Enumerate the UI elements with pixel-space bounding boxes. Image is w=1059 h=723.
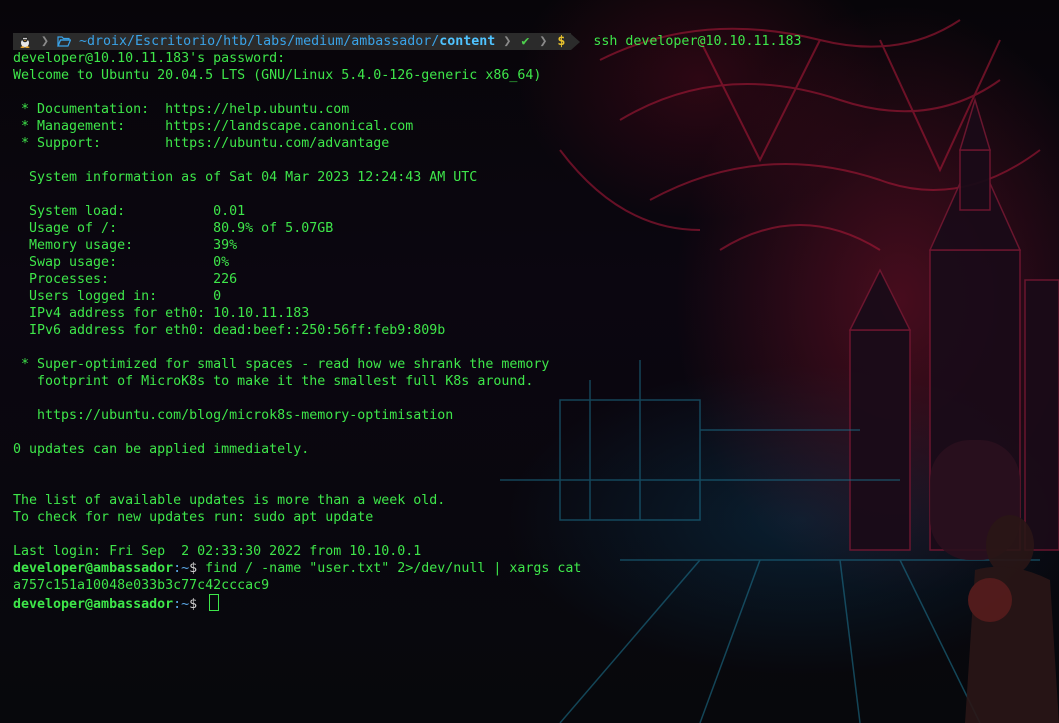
dollar-symbol: $ bbox=[551, 33, 572, 50]
output-line: System load: 0.01 bbox=[13, 204, 246, 219]
output-line: Last login: Fri Sep 2 02:33:30 2022 from… bbox=[13, 544, 422, 559]
output-line: IPv6 address for eth0: dead:beef::250:56… bbox=[13, 323, 446, 338]
output-line: Usage of /: 80.9% of 5.07GB bbox=[13, 221, 334, 236]
command-result: a757c151a10048e033b3c77c42cccac9 bbox=[13, 578, 270, 593]
linux-tux-icon bbox=[13, 33, 37, 50]
output-line: To check for new updates run: sudo apt u… bbox=[13, 510, 374, 525]
output-line: https://ubuntu.com/blog/microk8s-memory-… bbox=[13, 408, 454, 423]
output-line: * Management: https://landscape.canonica… bbox=[13, 119, 414, 134]
output-line: * Documentation: https://help.ubuntu.com bbox=[13, 102, 350, 117]
output-line: * Support: https://ubuntu.com/advantage bbox=[13, 136, 390, 151]
chevron-right-icon: ❯ bbox=[37, 33, 54, 50]
current-directory-name: content bbox=[439, 34, 496, 49]
shell-user-host: developer@ambassador bbox=[13, 561, 174, 576]
output-line: * Super-optimized for small spaces - rea… bbox=[13, 357, 550, 372]
status-check-icon: ✔ bbox=[515, 33, 536, 50]
output-line: 0 updates can be applied immediately. bbox=[13, 442, 310, 457]
output-line: Welcome to Ubuntu 20.04.5 LTS (GNU/Linux… bbox=[13, 68, 542, 83]
chevron-right-icon: ❯ bbox=[535, 33, 552, 50]
active-prompt-line[interactable]: developer@ambassador:~$ bbox=[13, 594, 1059, 612]
output-line: System information as of Sat 04 Mar 2023… bbox=[13, 170, 478, 185]
output-line: Processes: 226 bbox=[13, 272, 238, 287]
output-line: IPv4 address for eth0: 10.10.11.183 bbox=[13, 306, 310, 321]
powerline-prompt: ❯ ~droix/Escritorio/htb/labs/medium/amba… bbox=[13, 33, 1059, 50]
output-line: Swap usage: 0% bbox=[13, 255, 230, 270]
output-line: Users logged in: 0 bbox=[13, 289, 222, 304]
shell-path: :~ bbox=[173, 561, 190, 576]
chevron-right-icon: ❯ bbox=[499, 33, 516, 50]
output-line: Memory usage: 39% bbox=[13, 238, 238, 253]
output-line: developer@10.10.11.183's password: bbox=[13, 51, 286, 66]
shell-path: :~ bbox=[173, 597, 190, 612]
output-line: The list of available updates is more th… bbox=[13, 493, 446, 508]
current-directory-path: ~droix/Escritorio/htb/labs/medium/ambass… bbox=[75, 33, 500, 50]
output-line: footprint of MicroK8s to make it the sma… bbox=[13, 374, 534, 389]
shell-dollar: $ bbox=[189, 597, 206, 612]
shell-dollar: $ bbox=[189, 561, 206, 576]
ssh-output: developer@10.10.11.183's password: Welco… bbox=[13, 50, 1059, 560]
shell-user-host: developer@ambassador bbox=[13, 597, 174, 612]
terminal-window[interactable]: ❯ ~droix/Escritorio/htb/labs/medium/amba… bbox=[0, 0, 1059, 723]
shell-prompt-line: developer@ambassador:~$ find / -name "us… bbox=[13, 560, 1059, 577]
ssh-command: ssh developer@10.10.11.183 bbox=[593, 34, 802, 49]
find-command: find / -name "user.txt" 2>/dev/null | xa… bbox=[205, 561, 582, 576]
folder-open-icon bbox=[53, 33, 76, 50]
powerline-arrow-icon bbox=[571, 33, 581, 50]
text-cursor[interactable] bbox=[209, 594, 220, 611]
terminal-content: ❯ ~droix/Escritorio/htb/labs/medium/amba… bbox=[13, 33, 1059, 612]
